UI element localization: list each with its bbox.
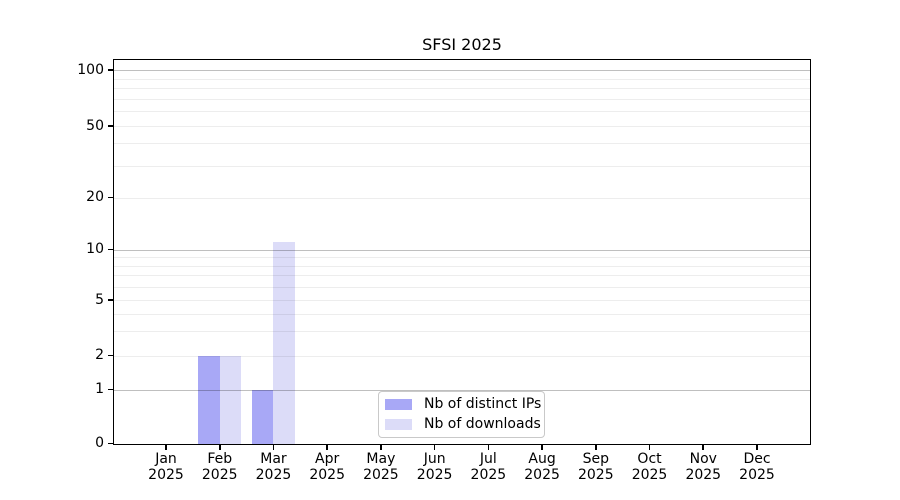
y-tick-label: 20: [86, 189, 104, 206]
x-tick-mark: [272, 444, 275, 450]
legend-swatch-downloads: [385, 419, 412, 430]
minor-gridline: [113, 111, 811, 113]
minor-gridline: [113, 300, 811, 301]
minor-gridline: [113, 313, 811, 315]
y-tick-label: 0: [95, 435, 104, 451]
x-tick-label: Oct 2025: [620, 451, 680, 483]
x-tick-label-year: 2025: [524, 466, 560, 483]
bar-downloads-mar: [273, 242, 295, 445]
x-tick-mark: [165, 444, 167, 450]
x-tick-label-year: 2025: [470, 466, 507, 483]
x-tick-label-month: Oct: [637, 451, 662, 467]
x-tick-label-year: 2025: [577, 466, 614, 483]
minor-gridline: [113, 78, 811, 80]
x-tick-label-year: 2025: [739, 466, 775, 483]
y-tick-mark: [107, 388, 113, 391]
x-tick-label: Feb 2025: [190, 451, 250, 483]
minor-gridline: [113, 265, 811, 267]
y-tick-label: 2: [95, 347, 104, 363]
y-tick-label: 5: [95, 291, 104, 308]
x-tick-label-month: May: [366, 451, 396, 467]
x-tick-label: Dec 2025: [727, 451, 787, 483]
x-tick-label-month: Nov: [689, 451, 717, 467]
x-tick-mark: [702, 444, 705, 450]
x-tick-label-year: 2025: [309, 466, 345, 483]
x-tick-label: Jun 2025: [405, 451, 465, 483]
y-tick-mark: [107, 69, 113, 71]
x-tick-label-year: 2025: [148, 466, 184, 483]
x-tick-label: Mar 2025: [243, 451, 303, 483]
x-tick-mark: [595, 444, 597, 450]
y-tick-label: 1: [95, 381, 104, 397]
y-tick-label: 10: [86, 241, 104, 257]
x-tick-label-month: Mar: [260, 451, 287, 467]
x-tick-label-year: 2025: [631, 466, 668, 483]
y-tick-mark: [107, 125, 113, 127]
legend-entry-distinct-ips: Nb of distinct IPs: [385, 396, 542, 413]
bar-distinct-ips-feb: [198, 355, 220, 445]
y-tick-mark: [107, 442, 113, 445]
x-tick-mark: [756, 444, 758, 450]
x-tick-mark: [326, 444, 328, 450]
minor-gridline: [113, 98, 811, 100]
x-tick-label-year: 2025: [685, 466, 722, 483]
x-tick-label: Aug 2025: [512, 451, 572, 483]
y-tick-mark: [107, 354, 113, 357]
x-tick-label-year: 2025: [255, 466, 292, 483]
legend-label-downloads: Nb of downloads: [424, 416, 541, 432]
chart-title: SFSI 2025: [422, 35, 502, 54]
minor-gridline: [113, 257, 811, 259]
minor-gridline: [113, 355, 811, 357]
minor-gridline: [113, 165, 811, 167]
y-tick-mark: [107, 196, 113, 199]
x-tick-label-year: 2025: [416, 466, 453, 483]
x-tick-label-month: Jun: [423, 451, 446, 467]
x-tick-label: Jan 2025: [136, 451, 196, 483]
x-tick-mark: [487, 444, 490, 450]
legend: Nb of distinct IPs Nb of downloads: [378, 391, 545, 438]
x-tick-label-month: Jul: [479, 451, 497, 467]
legend-swatch-distinct-ips: [385, 399, 412, 410]
bar-distinct-ips-mar: [251, 389, 274, 445]
minor-gridline: [113, 143, 811, 145]
minor-gridline: [113, 286, 811, 288]
chart-figure: SFSI 2025 Nb of distinct IPs Nb of downl…: [0, 0, 900, 500]
major-gridline: [113, 70, 811, 72]
minor-gridline: [113, 197, 811, 199]
minor-gridline: [113, 126, 811, 127]
minor-gridline: [113, 88, 811, 90]
x-tick-mark: [433, 444, 436, 450]
major-gridline: [113, 249, 811, 251]
x-tick-mark: [380, 444, 382, 450]
minor-gridline: [113, 330, 811, 332]
x-tick-label-month: Apr: [315, 451, 340, 467]
plot-area: [113, 59, 811, 445]
minor-gridline: [113, 275, 811, 277]
x-tick-mark: [541, 444, 543, 450]
x-tick-label: Apr 2025: [297, 451, 357, 483]
x-tick-label: May 2025: [351, 451, 411, 483]
legend-entry-downloads: Nb of downloads: [385, 416, 541, 433]
x-tick-label: Jul 2025: [458, 451, 518, 483]
bar-downloads-feb: [219, 355, 242, 445]
x-tick-label-month: Jan: [155, 451, 177, 467]
x-tick-label-month: Feb: [207, 451, 233, 467]
x-tick-label-year: 2025: [363, 466, 399, 483]
x-tick-mark: [648, 444, 651, 450]
x-tick-label-year: 2025: [201, 466, 238, 483]
x-tick-label: Sep 2025: [566, 451, 626, 483]
x-tick-label-month: Dec: [743, 451, 771, 467]
x-tick-mark: [218, 444, 221, 450]
y-tick-label: 50: [86, 117, 104, 134]
y-tick-label: 100: [77, 61, 104, 78]
y-tick-mark: [107, 248, 113, 251]
x-tick-label-month: Sep: [582, 451, 609, 467]
legend-label-distinct-ips: Nb of distinct IPs: [424, 396, 542, 412]
y-tick-mark: [107, 299, 113, 301]
x-tick-label: Nov 2025: [673, 451, 733, 483]
x-tick-label-month: Aug: [528, 451, 556, 467]
